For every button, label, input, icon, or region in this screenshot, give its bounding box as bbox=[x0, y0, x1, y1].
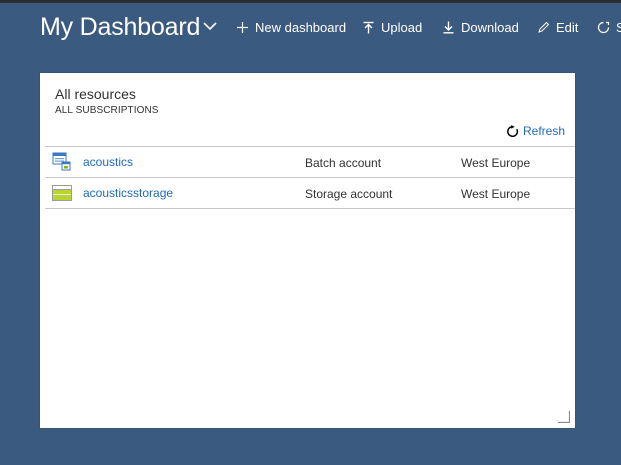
download-icon bbox=[443, 21, 454, 34]
edit-label: Edit bbox=[556, 19, 579, 35]
download-label: Download bbox=[461, 19, 519, 35]
resource-name-link[interactable]: acousticsstorage bbox=[83, 186, 173, 200]
share-icon bbox=[597, 21, 610, 33]
share-label: S bbox=[616, 19, 621, 35]
resource-type: Batch account bbox=[305, 156, 382, 170]
refresh-label: Refresh bbox=[523, 124, 566, 138]
upload-icon bbox=[363, 21, 374, 33]
edit-button[interactable]: Edit bbox=[537, 18, 578, 36]
pencil-icon bbox=[538, 21, 550, 33]
resize-handle-icon[interactable] bbox=[558, 411, 570, 423]
chevron-down-icon[interactable] bbox=[201, 19, 219, 33]
download-button[interactable]: Download bbox=[442, 18, 519, 36]
new-dashboard-button[interactable]: New dashboard bbox=[236, 18, 346, 36]
batch-account-icon bbox=[52, 152, 71, 171]
page-title: My Dashboard bbox=[40, 13, 201, 41]
plus-icon bbox=[237, 21, 248, 33]
table-row[interactable]: acousticsstorage Storage account West Eu… bbox=[45, 178, 575, 209]
resource-type: Storage account bbox=[305, 187, 393, 201]
resources-table: acoustics Batch account West Europe acou… bbox=[45, 146, 575, 209]
table-row[interactable]: acoustics Batch account West Europe bbox=[45, 147, 575, 178]
storage-account-icon bbox=[52, 185, 72, 201]
refresh-button[interactable]: Refresh bbox=[506, 124, 565, 138]
refresh-icon bbox=[507, 124, 519, 137]
all-resources-tile: All resources ALL SUBSCRIPTIONS Refresh … bbox=[40, 73, 575, 428]
upload-label: Upload bbox=[381, 19, 423, 35]
resource-name-link[interactable]: acoustics bbox=[83, 155, 133, 169]
tile-title: All resources bbox=[55, 86, 136, 102]
resource-location: West Europe bbox=[461, 156, 531, 170]
upload-button[interactable]: Upload bbox=[362, 18, 422, 36]
resource-location: West Europe bbox=[461, 187, 531, 201]
tile-subtitle: ALL SUBSCRIPTIONS bbox=[55, 105, 159, 116]
share-button[interactable]: S bbox=[597, 18, 621, 36]
dashboard-header: My Dashboard New dashboard Upload Downlo… bbox=[0, 3, 621, 53]
new-dashboard-label: New dashboard bbox=[255, 19, 347, 35]
